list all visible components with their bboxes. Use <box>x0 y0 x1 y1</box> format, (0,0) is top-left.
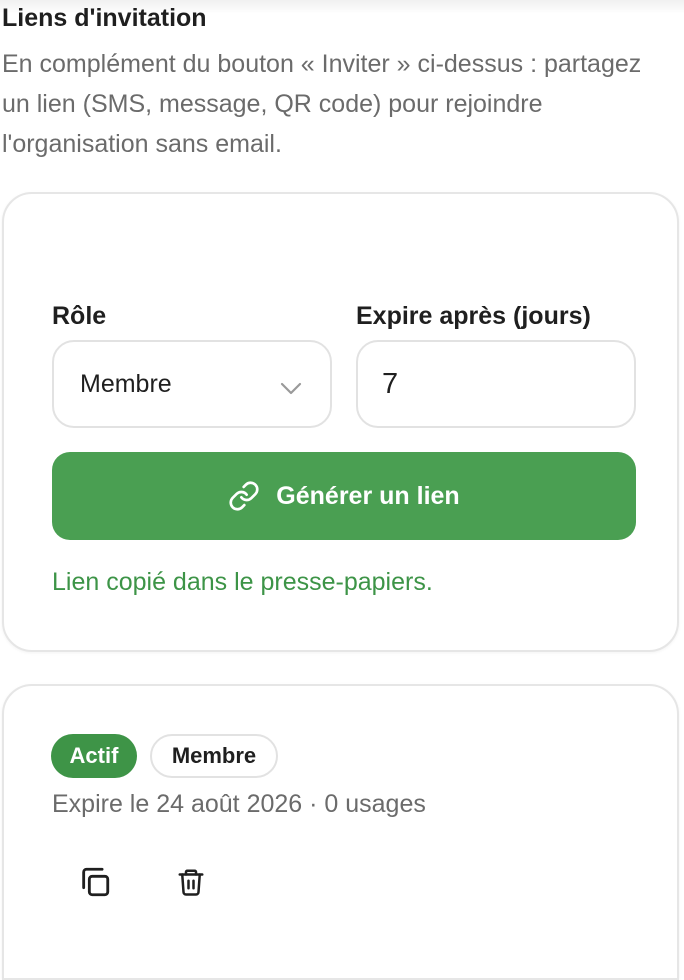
chevron-down-icon <box>280 374 302 403</box>
generate-link-button[interactable]: Générer un lien <box>52 452 636 540</box>
trash-icon <box>176 866 206 903</box>
expire-label: Expire après (jours) <box>356 302 591 330</box>
role-badge: Membre <box>150 734 278 778</box>
link-icon <box>228 480 260 512</box>
role-label: Rôle <box>52 302 107 330</box>
generate-link-label: Générer un lien <box>276 481 460 510</box>
copy-link-button[interactable] <box>75 864 115 904</box>
invitation-links-page: Liens d'invitation En complément du bout… <box>0 0 684 980</box>
section-description: En complément du bouton « Inviter » ci-d… <box>2 50 642 158</box>
copy-icon <box>78 865 112 904</box>
role-select[interactable]: Membre <box>52 340 332 428</box>
invite-link-card: Actif Membre Expire le 24 août 2026 · 0 … <box>2 684 679 980</box>
section-title: Liens d'invitation <box>2 4 207 32</box>
expire-days-value: 7 <box>382 367 399 400</box>
copied-status-message: Lien copié dans le presse-papiers. <box>52 568 433 596</box>
role-select-value: Membre <box>80 369 172 398</box>
link-expiry-usage: Expire le 24 août 2026 · 0 usages <box>52 790 426 818</box>
generate-link-card: Rôle Expire après (jours) Membre 7 Génér… <box>2 192 679 652</box>
status-badge: Actif <box>51 734 137 778</box>
delete-link-button[interactable] <box>171 864 211 904</box>
expire-days-input[interactable]: 7 <box>356 340 636 428</box>
